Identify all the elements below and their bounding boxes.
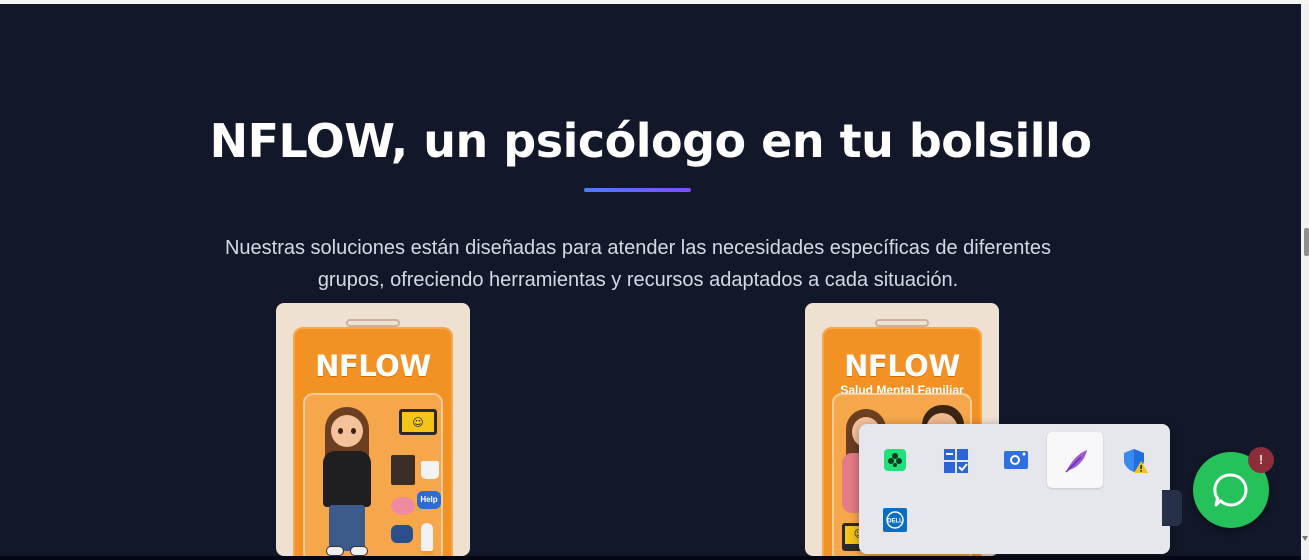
rocket-accessory-icon bbox=[421, 523, 433, 551]
doll-eye bbox=[351, 428, 356, 434]
camera-icon bbox=[1003, 448, 1028, 472]
security-shield-warning-icon bbox=[1123, 448, 1148, 473]
tray-item-camera[interactable] bbox=[987, 432, 1043, 488]
help-bubble-icon: Help bbox=[417, 491, 441, 509]
doll-shoe bbox=[351, 547, 367, 555]
tray-item-dell[interactable]: DELL bbox=[867, 492, 923, 548]
package-blister: ☺ Help bbox=[303, 393, 443, 556]
scroll-down-arrow-icon[interactable] bbox=[1302, 536, 1308, 541]
hidden-panel-tab[interactable] bbox=[1162, 490, 1182, 526]
scrollbar-thumb[interactable] bbox=[1304, 228, 1309, 256]
doll-eye bbox=[338, 428, 343, 434]
tray-item-feather[interactable] bbox=[1047, 432, 1103, 488]
bottom-strip bbox=[0, 556, 1301, 560]
product-card-individual[interactable]: NFLOW ☺ Help bbox=[276, 303, 470, 556]
package-brand: NFLOW bbox=[315, 349, 431, 383]
task-grid-icon bbox=[943, 448, 968, 473]
laptop-accessory-icon: ☺ bbox=[399, 409, 437, 435]
tray-item-tasks[interactable] bbox=[927, 432, 983, 488]
system-tray-flyout: DELL bbox=[859, 424, 1170, 554]
notification-badge: ! bbox=[1248, 447, 1274, 473]
feather-icon bbox=[1063, 448, 1087, 473]
page: NFLOW, un psicólogo en tu bolsillo Nuest… bbox=[0, 0, 1309, 560]
title-divider bbox=[584, 188, 691, 192]
whatsapp-chat-icon bbox=[1213, 473, 1248, 507]
dell-icon: DELL bbox=[883, 508, 907, 532]
product-package: NFLOW ☺ Help bbox=[293, 327, 453, 556]
vertical-scrollbar[interactable] bbox=[1301, 4, 1309, 560]
journal-accessory-icon bbox=[391, 455, 415, 485]
green-game-icon bbox=[883, 448, 907, 472]
brain-accessory-icon bbox=[391, 497, 415, 515]
tray-item-security[interactable] bbox=[1107, 432, 1163, 488]
hang-hole bbox=[346, 319, 400, 327]
mug-accessory-icon bbox=[421, 461, 439, 479]
hang-hole bbox=[875, 319, 929, 327]
doll-hoodie bbox=[323, 451, 371, 507]
doll-shoe bbox=[327, 547, 343, 555]
doll-jeans bbox=[329, 505, 365, 551]
tray-item-green-game[interactable] bbox=[867, 432, 923, 488]
hero-subtitle: Nuestras soluciones están diseñadas para… bbox=[224, 237, 1052, 291]
page-title: NFLOW, un psicólogo en tu bolsillo bbox=[209, 114, 1092, 168]
chat-bubble-icon bbox=[391, 525, 413, 543]
package-brand: NFLOW bbox=[844, 349, 960, 383]
doll-face bbox=[331, 415, 363, 447]
svg-text:DELL: DELL bbox=[887, 519, 903, 525]
